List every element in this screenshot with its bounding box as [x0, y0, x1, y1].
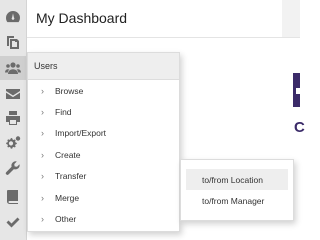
- menu-item-other[interactable]: › Other: [28, 209, 179, 229]
- rail-item-books[interactable]: [0, 185, 26, 209]
- check-icon: [6, 217, 20, 228]
- cogs-icon: [6, 136, 21, 149]
- menu-item-label: Transfer: [55, 171, 87, 181]
- header-edge: [282, 0, 300, 37]
- clipped-heading: C: [294, 119, 305, 136]
- chevron-right-icon: ›: [41, 214, 44, 224]
- menu-item-find[interactable]: › Find: [28, 102, 179, 122]
- envelope-icon: [6, 89, 20, 99]
- print-icon: [6, 111, 20, 125]
- page-title: My Dashboard: [36, 10, 128, 26]
- rail-item-print[interactable]: [0, 106, 26, 130]
- menu-item-label: Browse: [55, 86, 84, 96]
- sidebar-rail: [0, 0, 27, 240]
- menu-item-label: Import/Export: [55, 128, 107, 138]
- submenu-item-location[interactable]: to/from Location: [186, 169, 288, 190]
- users-menu-title: Users: [28, 53, 179, 80]
- brand-logo-notch: [296, 88, 300, 94]
- rail-item-tools[interactable]: [0, 156, 26, 180]
- chevron-right-icon: ›: [41, 171, 44, 181]
- menu-item-import-export[interactable]: › Import/Export: [28, 123, 179, 143]
- menu-item-transfer[interactable]: › Transfer: [28, 166, 179, 186]
- tachometer-icon: [6, 11, 20, 23]
- users-menu: Users › Browse › Find › Import/Export › …: [27, 52, 180, 232]
- menu-item-create[interactable]: › Create: [28, 145, 179, 165]
- copy-icon: [7, 36, 19, 49]
- transfer-submenu: to/from Location to/from Manager: [180, 159, 294, 221]
- chevron-right-icon: ›: [41, 107, 44, 117]
- menu-item-browse[interactable]: › Browse: [28, 81, 179, 101]
- rail-item-dashboard[interactable]: [0, 5, 26, 29]
- top-header: My Dashboard: [27, 0, 300, 38]
- rail-item-documents[interactable]: [0, 30, 26, 54]
- menu-item-label: Find: [55, 107, 72, 117]
- rail-item-settings[interactable]: [0, 131, 26, 155]
- chevron-right-icon: ›: [41, 150, 44, 160]
- chevron-right-icon: ›: [41, 128, 44, 138]
- rail-item-tasks[interactable]: [0, 210, 26, 234]
- rail-item-mail[interactable]: [0, 82, 26, 106]
- book-icon: [7, 190, 18, 204]
- menu-item-label: Create: [55, 150, 81, 160]
- users-icon: [5, 62, 21, 74]
- rail-item-users[interactable]: [0, 56, 26, 80]
- menu-item-label: Other: [55, 214, 77, 224]
- submenu-item-label: to/from Location: [202, 174, 263, 185]
- wrench-icon: [5, 161, 20, 175]
- chevron-right-icon: ›: [41, 86, 44, 96]
- menu-item-merge[interactable]: › Merge: [28, 188, 179, 208]
- menu-item-label: Merge: [55, 193, 80, 203]
- chevron-right-icon: ›: [41, 193, 44, 203]
- submenu-item-label: to/from Manager: [202, 195, 265, 206]
- submenu-item-manager[interactable]: to/from Manager: [186, 190, 288, 211]
